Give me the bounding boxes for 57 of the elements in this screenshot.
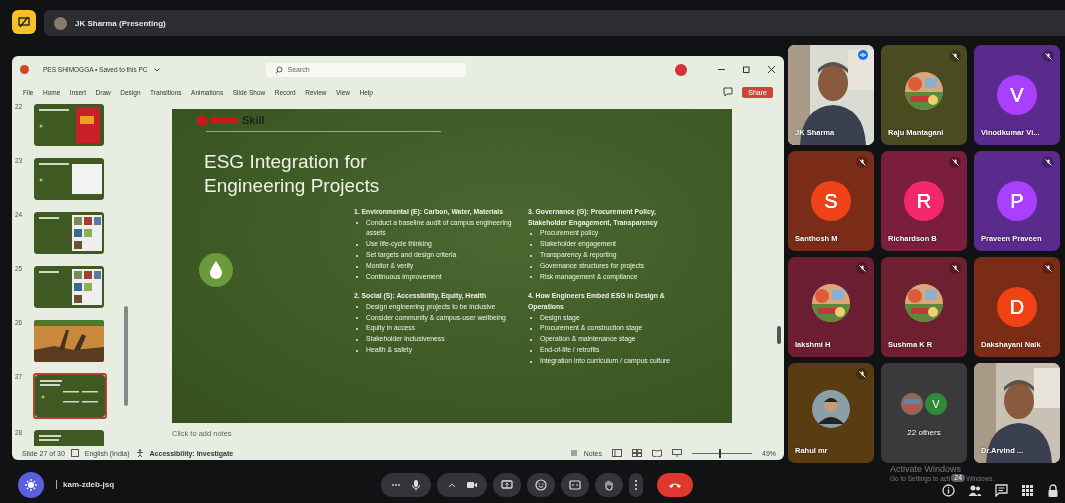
presenter-label: JK Sharma (Presenting) bbox=[75, 18, 166, 28]
slide-title: ESG Integration for Engineering Projects bbox=[204, 150, 381, 199]
kebab-icon bbox=[634, 478, 639, 491]
avatar-icon bbox=[54, 16, 67, 30]
app-icon bbox=[20, 65, 29, 74]
accessibility-icon[interactable] bbox=[135, 449, 144, 457]
chat-icon[interactable] bbox=[995, 484, 1008, 497]
initial-avatar: D bbox=[997, 287, 1037, 327]
participant-tile[interactable]: V 22 others bbox=[881, 363, 967, 463]
reading-view-icon[interactable] bbox=[652, 449, 662, 457]
hand-icon bbox=[603, 478, 616, 491]
restore-icon[interactable] bbox=[742, 65, 751, 74]
normal-view-icon[interactable] bbox=[612, 449, 622, 457]
effects-button[interactable] bbox=[18, 471, 44, 498]
water-drop-icon bbox=[199, 252, 233, 287]
spellcheck-icon[interactable] bbox=[70, 449, 79, 457]
slide-thumbnail[interactable] bbox=[33, 211, 105, 255]
scrollbar-thumb[interactable] bbox=[777, 326, 781, 344]
emoji-button[interactable] bbox=[527, 472, 556, 497]
captions-icon bbox=[569, 478, 582, 491]
raise-hand-button[interactable] bbox=[595, 472, 624, 497]
initial-avatar: S bbox=[811, 181, 851, 221]
sun-icon bbox=[24, 477, 38, 492]
initial-avatar: V bbox=[997, 75, 1037, 115]
slide-thumbnail[interactable] bbox=[33, 157, 105, 201]
present-screen-button[interactable] bbox=[493, 472, 522, 497]
emoji-icon bbox=[535, 478, 548, 491]
initial-avatar: V bbox=[925, 393, 947, 415]
present-icon bbox=[501, 478, 514, 491]
chevron-icon[interactable] bbox=[153, 67, 160, 72]
slide-thumbnail[interactable] bbox=[33, 103, 105, 147]
slide-thumbnail[interactable] bbox=[33, 265, 105, 309]
microphone-icon[interactable] bbox=[410, 478, 423, 491]
search-icon bbox=[274, 65, 283, 74]
present-icon[interactable] bbox=[12, 10, 36, 34]
slideshow-icon[interactable] bbox=[672, 449, 682, 457]
grid-view-icon[interactable] bbox=[632, 449, 642, 457]
lock-icon[interactable] bbox=[1047, 483, 1059, 498]
profile-avatar[interactable] bbox=[675, 63, 687, 76]
people-icon[interactable] bbox=[968, 484, 982, 497]
logo-icon bbox=[196, 113, 240, 127]
slide-thumbnail[interactable] bbox=[33, 373, 107, 419]
apps-icon[interactable] bbox=[1021, 484, 1034, 497]
initial-avatar: R bbox=[904, 181, 944, 221]
initial-avatar: P bbox=[997, 181, 1037, 221]
end-call-button[interactable] bbox=[657, 472, 694, 497]
slide-thumbnail[interactable] bbox=[33, 319, 105, 363]
participant-name: 22 others bbox=[906, 428, 942, 437]
meeting-code: kam-zdeb-jsq bbox=[63, 480, 115, 489]
scrollbar-thumb[interactable] bbox=[124, 306, 128, 406]
comment-icon[interactable] bbox=[722, 87, 733, 97]
close-icon[interactable] bbox=[767, 65, 776, 74]
person-avatar bbox=[812, 390, 850, 428]
activation-notice-title: Activate Windows bbox=[890, 464, 963, 474]
info-icon[interactable] bbox=[942, 484, 955, 497]
captions-button[interactable] bbox=[561, 472, 590, 497]
more-options-button[interactable] bbox=[629, 472, 644, 497]
